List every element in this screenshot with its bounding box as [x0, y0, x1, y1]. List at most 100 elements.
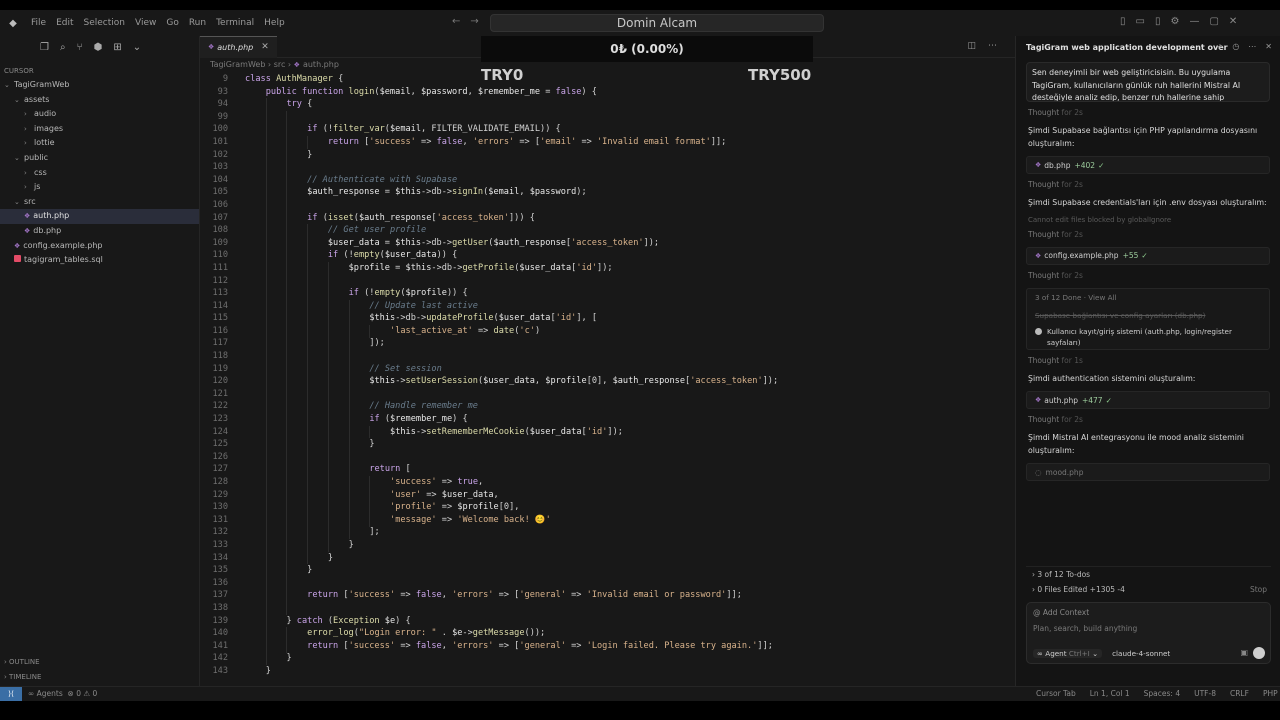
code-text: 'success' => true,	[390, 477, 484, 487]
thought-label[interactable]: Thought for 2s	[1016, 228, 1280, 241]
cursor-tab-status[interactable]: Cursor Tab	[1036, 687, 1076, 701]
toggle-sidebar-icon[interactable]: ▯	[1120, 16, 1126, 27]
menu-help[interactable]: Help	[259, 18, 290, 28]
search-icon[interactable]: ⌕	[60, 42, 66, 53]
timeline-section[interactable]: › TIMELINE	[4, 673, 41, 681]
menu-selection[interactable]: Selection	[79, 18, 130, 28]
toggle-aux-icon[interactable]: ▯	[1155, 16, 1161, 27]
menu-run[interactable]: Run	[184, 18, 211, 28]
chat-input-box[interactable]: @ Add Context Plan, search, build anythi…	[1026, 602, 1271, 664]
model-select[interactable]: claude-4-sonnet	[1112, 649, 1170, 658]
problems-status[interactable]: ⊗ 0 ⚠ 0	[68, 689, 98, 698]
todo-header[interactable]: 3 of 12 Done · View All	[1035, 293, 1261, 305]
remote-icon[interactable]: ⟩⟨	[0, 687, 22, 701]
outline-section[interactable]: › OUTLINE	[4, 658, 40, 666]
code-line: 111 $profile = $this->db->getProfile($use…	[200, 262, 1015, 275]
breadcrumb-file[interactable]: auth.php	[303, 60, 339, 69]
files-icon[interactable]: ❐	[40, 42, 49, 53]
tree-item[interactable]: ⌄ assets	[0, 93, 199, 108]
tree-item[interactable]: ❖ config.example.php	[0, 239, 199, 254]
extensions-icon[interactable]: ⬢	[94, 42, 103, 53]
minimize-icon[interactable]: —	[1189, 16, 1199, 27]
gear-icon[interactable]: ⚙	[1170, 16, 1179, 27]
close-tab-icon[interactable]: ✕	[261, 42, 269, 52]
split-editor-icon[interactable]: ◫	[967, 41, 976, 51]
code-line: 141 return ['success' => false, 'errors' …	[200, 640, 1015, 653]
agents-status[interactable]: ∞ Agents	[28, 689, 63, 698]
eol-status[interactable]: CRLF	[1230, 687, 1249, 701]
code-text: 'last_active_at' => date('c')	[390, 325, 541, 336]
tree-item-label: css	[34, 167, 47, 177]
maximize-icon[interactable]: ▢	[1209, 16, 1218, 27]
line-number: 114	[212, 300, 228, 311]
thought-label[interactable]: Thought for 2s	[1016, 269, 1280, 282]
thought-label[interactable]: Thought for 1s	[1016, 354, 1280, 367]
history-icon[interactable]: ◷	[1232, 42, 1239, 51]
line-number: 121	[212, 388, 228, 399]
agent-mode-select[interactable]: ∞ Agent Ctrl+I ⌄	[1033, 649, 1103, 658]
file-chip-db[interactable]: ❖ db.php +402 ✓	[1026, 156, 1270, 174]
cursor-position[interactable]: Ln 1, Col 1	[1090, 687, 1130, 701]
tree-item[interactable]: ❖ auth.php	[0, 209, 199, 224]
tree-item[interactable]: › js	[0, 180, 199, 195]
tree-item[interactable]: ⌄ public	[0, 151, 199, 166]
tree-item[interactable]: › audio	[0, 107, 199, 122]
stop-button[interactable]: Stop	[1250, 582, 1267, 598]
menu-go[interactable]: Go	[161, 18, 183, 28]
breadcrumb-folder[interactable]: src	[274, 60, 286, 69]
new-chat-icon[interactable]: +	[1217, 42, 1224, 51]
menu-file[interactable]: File	[26, 18, 51, 28]
indent-status[interactable]: Spaces: 4	[1144, 687, 1180, 701]
send-button[interactable]	[1253, 647, 1265, 659]
file-chip-config[interactable]: ❖ config.example.php +55 ✓	[1026, 246, 1270, 265]
more-icon[interactable]: ⋯	[988, 41, 997, 51]
todo-summary[interactable]: › 3 of 12 To-dos	[1026, 566, 1271, 582]
menu-terminal[interactable]: Terminal	[211, 18, 259, 28]
code-text: // Set session	[369, 363, 442, 374]
thought-label[interactable]: Thought for 2s	[1016, 413, 1280, 426]
menu-edit[interactable]: Edit	[51, 18, 78, 28]
user-message[interactable]: Sen deneyimli bir web geliştiricisisin. …	[1026, 62, 1270, 102]
chat-input[interactable]: Plan, search, build anything	[1033, 624, 1137, 633]
breadcrumb-root[interactable]: TagiGramWeb	[210, 60, 265, 69]
image-icon[interactable]: ▣	[1240, 648, 1248, 657]
more-icon[interactable]: ⋯	[1248, 42, 1256, 51]
code-line: 120 $this->setUserSession($user_data, $pr…	[200, 375, 1015, 388]
file-chip-auth[interactable]: ❖ auth.php +477 ✓	[1026, 391, 1270, 409]
todo-box[interactable]: 3 of 12 Done · View All Supabase bağlant…	[1026, 287, 1270, 350]
code-text: }	[327, 552, 334, 563]
code-line: 136	[200, 577, 1015, 590]
file-chip-mood[interactable]: ◌ mood.php	[1026, 463, 1270, 481]
tree-item[interactable]: › lottie	[0, 136, 199, 151]
nav-arrows[interactable]: ←→	[452, 16, 489, 27]
code-text: error_log("Login error: " . $e->getMessa…	[307, 628, 546, 639]
tree-item[interactable]: › css	[0, 166, 199, 181]
tree-item[interactable]: ❖ db.php	[0, 224, 199, 239]
tab-auth-php[interactable]: ❖ auth.php ✕	[200, 35, 277, 58]
tree-item[interactable]: ⌄ src	[0, 195, 199, 210]
add-context-button[interactable]: @ Add Context	[1033, 608, 1089, 617]
grid-icon[interactable]: ⊞	[113, 42, 121, 53]
command-center[interactable]: Domin Alcam	[490, 14, 824, 32]
assistant-message: Şimdi Supabase bağlantısı için PHP yapıl…	[1028, 126, 1258, 148]
code-lines[interactable]: 9 class AuthManager {93 public function lo…	[200, 73, 1015, 678]
code-line: 103	[200, 161, 1015, 174]
close-icon[interactable]: ✕	[1265, 42, 1272, 51]
tree-item[interactable]: › images	[0, 122, 199, 137]
close-icon[interactable]: ✕	[1229, 16, 1237, 27]
source-control-icon[interactable]: ⑂	[77, 42, 83, 53]
tree-item[interactable]: ⌄ TagiGramWeb	[0, 78, 199, 93]
chevron-down-icon[interactable]: ⌄	[133, 42, 141, 53]
line-number: 128	[212, 477, 228, 487]
code-line: 104 // Authenticate with Supabase	[200, 174, 1015, 187]
toggle-panel-icon[interactable]: ▭	[1136, 16, 1145, 27]
tree-item[interactable]: tagigram_tables.sql	[0, 253, 199, 268]
encoding-status[interactable]: UTF-8	[1194, 687, 1216, 701]
code-text: }	[369, 439, 375, 450]
menu-view[interactable]: View	[130, 18, 161, 28]
thought-label[interactable]: Thought for 2s	[1016, 178, 1280, 191]
tree-item-label: TagiGramWeb	[14, 80, 70, 89]
language-status[interactable]: PHP	[1263, 687, 1278, 701]
files-edited[interactable]: › 0 Files Edited +1305 -4 Stop	[1026, 582, 1271, 598]
thought-label[interactable]: Thought for 2s	[1016, 106, 1280, 119]
